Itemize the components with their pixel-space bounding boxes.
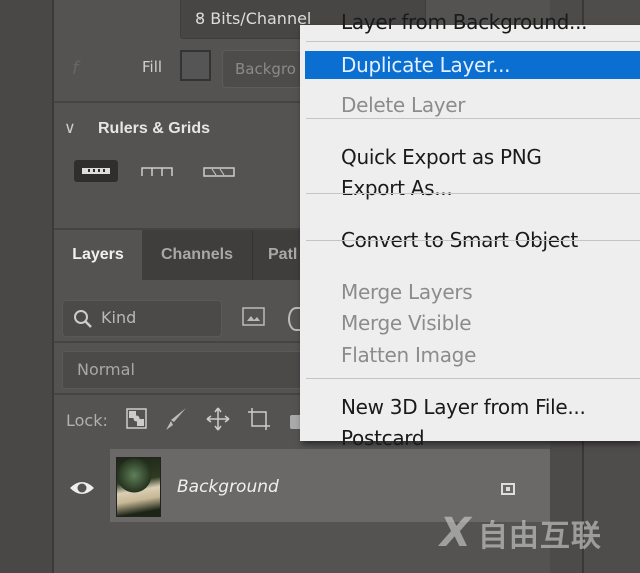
blend-mode-select[interactable]: Normal — [62, 351, 304, 389]
menu-item-postcard[interactable]: Postcard — [300, 423, 640, 453]
menu-item-export-as[interactable]: Export As... — [300, 173, 640, 203]
ruler-icon[interactable] — [74, 160, 118, 182]
lock-position-icon[interactable] — [205, 406, 231, 432]
layer-name: Background — [177, 477, 279, 497]
search-icon — [74, 310, 92, 328]
fx-icon: f — [72, 58, 79, 79]
menu-separator — [306, 193, 640, 194]
menu-separator — [306, 118, 640, 119]
menu-item-flatten-image: Flatten Image — [341, 343, 477, 367]
menu-item-new-3d-layer[interactable]: New 3D Layer from File... — [300, 392, 640, 422]
lock-artboard-icon[interactable] — [246, 406, 272, 432]
lock-label: Lock: — [66, 411, 108, 430]
menu-separator — [306, 41, 640, 42]
layer-filter-select[interactable]: Kind — [62, 300, 222, 337]
menu-separator — [306, 378, 640, 379]
menu-item-layer-from-background[interactable]: Layer from Background... — [300, 7, 640, 37]
menu-item-delete-layer: Delete Layer — [341, 93, 466, 117]
eye-icon[interactable] — [68, 478, 96, 498]
tab-layers[interactable]: Layers — [54, 230, 142, 280]
rulers-grids-title: Rulers & Grids — [98, 120, 211, 137]
watermark-x-logo: X — [440, 510, 472, 556]
image-filter-icon[interactable] — [242, 307, 266, 327]
layer-thumbnail — [116, 457, 161, 517]
watermark: X 自由互联 — [440, 510, 602, 556]
menu-item-quick-export-png[interactable]: Quick Export as PNG — [300, 142, 640, 172]
guides-icon[interactable] — [200, 160, 240, 182]
collapse-chevron-icon[interactable]: ∨ — [64, 118, 76, 137]
lock-image-pixels-icon[interactable] — [164, 406, 188, 432]
layer-context-menu: Layer from Background... Duplicate Layer… — [300, 10, 640, 450]
divider — [54, 341, 300, 343]
fill-label: Fill — [142, 58, 163, 76]
tab-channels[interactable]: Channels — [142, 230, 253, 280]
menu-item-duplicate-layer[interactable]: Duplicate Layer... — [305, 51, 640, 79]
menu-separator — [306, 240, 640, 241]
menu-item-merge-layers: Merge Layers — [341, 280, 473, 304]
fill-swatch[interactable] — [180, 50, 211, 81]
menu-item-merge-visible: Merge Visible — [341, 311, 472, 335]
lock-transparent-pixels-icon[interactable] — [126, 408, 148, 430]
divider — [54, 393, 300, 395]
layer-lock-icon — [501, 483, 515, 495]
grid-icon[interactable] — [138, 160, 178, 182]
left-toolbar-strip — [0, 0, 54, 573]
